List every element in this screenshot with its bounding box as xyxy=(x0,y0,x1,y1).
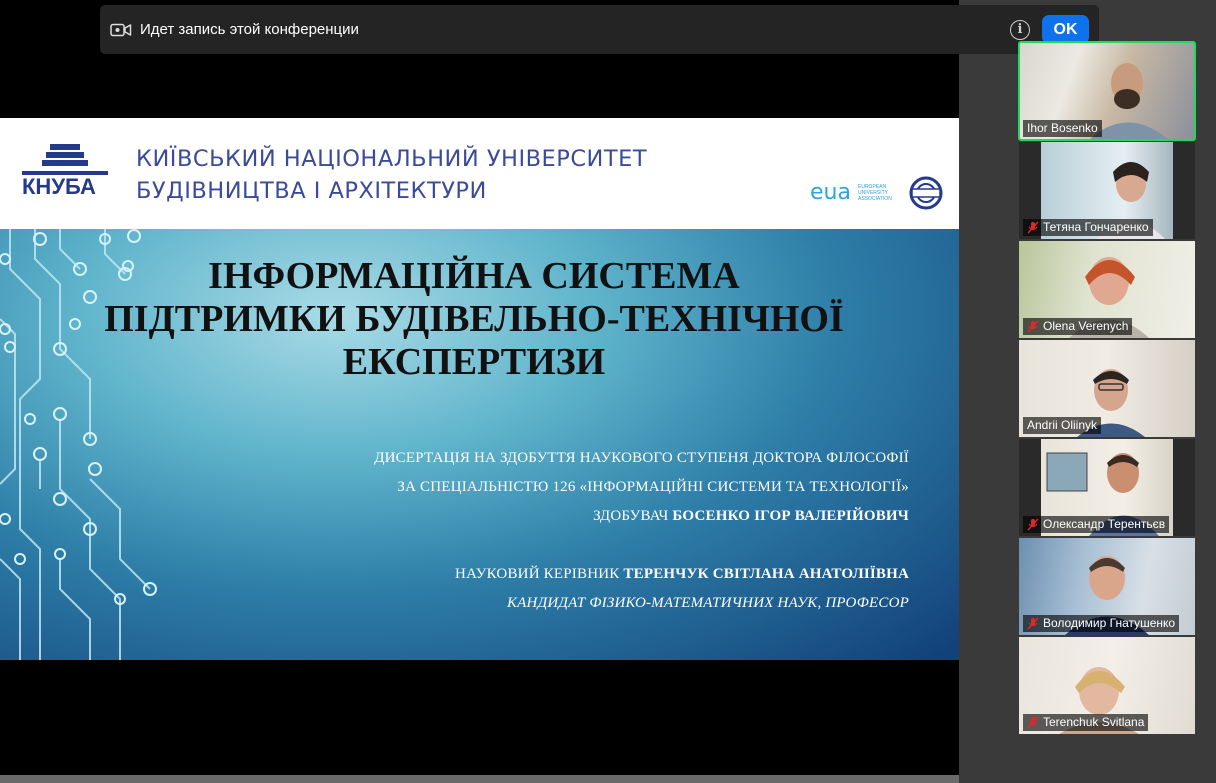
eua-logo: eua xyxy=(810,180,851,205)
slide-title-line-3: ЕКСПЕРТИЗИ xyxy=(342,341,606,383)
participant-name-text: Володимир Гнатушенко xyxy=(1043,616,1176,630)
recording-camera-icon xyxy=(110,23,132,36)
participant-tile[interactable]: Olena Verenych xyxy=(1019,241,1195,338)
university-name-line-2: БУДІВНИЦТВА І АРХІТЕКТУРИ xyxy=(136,178,487,204)
ok-button[interactable]: OK xyxy=(1042,15,1089,44)
participant-tile[interactable]: Володимир Гнатушенко xyxy=(1019,538,1195,635)
info-icon[interactable]: i xyxy=(1010,19,1030,40)
participant-tile[interactable]: Terenchuk Svitlana xyxy=(1019,637,1195,734)
participant-name: Terenchuk Svitlana xyxy=(1023,714,1149,731)
university-name: КИЇВСЬКИЙ НАЦІОНАЛЬНИЙ УНІВЕРСИТЕТ БУДІВ… xyxy=(136,143,647,207)
participant-tile[interactable]: Тетяна Гончаренко xyxy=(1019,142,1195,239)
supervisor-line: НАУКОВИЙ КЕРІВНИК ТЕРЕНЧУК СВІТЛАНА АНАТ… xyxy=(209,566,909,583)
participant-tile[interactable]: Олександр Терентьєв xyxy=(1019,439,1195,536)
participant-name: Олександр Терентьєв xyxy=(1023,516,1170,533)
eua-subtitle-line-3: ASSOCIATION xyxy=(858,196,892,202)
slide-header: КНУБА КИЇВСЬКИЙ НАЦІОНАЛЬНИЙ УНІВЕРСИТЕТ… xyxy=(0,118,959,229)
accreditation-seal-icon xyxy=(909,176,943,210)
applicant-line: ЗДОБУВАЧ БОСЕНКО ІГОР ВАЛЕРІЙОВИЧ xyxy=(209,508,909,525)
applicant-name: БОСЕНКО ІГОР ВАЛЕРІЙОВИЧ xyxy=(672,508,909,524)
participant-name-text: Terenchuk Svitlana xyxy=(1043,715,1145,729)
slide-title-line-2: ПІДТРИМКИ БУДІВЕЛЬНО-ТЕХНІЧНОЇ xyxy=(104,298,844,340)
participant-name: Володимир Гнатушенко xyxy=(1023,615,1180,632)
supervisor-name: ТЕРЕНЧУК СВІТЛАНА АНАТОЛІЇВНА xyxy=(623,566,909,582)
eua-subtitle: EUROPEAN UNIVERSITY ASSOCIATION xyxy=(858,184,898,202)
participant-name: Olena Verenych xyxy=(1023,318,1133,335)
participant-tile[interactable]: Andrii Oliinyk xyxy=(1019,340,1195,437)
slide-title-line-1: ІНФОРМАЦІЙНА СИСТЕМА xyxy=(208,255,740,297)
active-speaker-border xyxy=(1018,41,1196,141)
recording-message: Идет запись этой конференции xyxy=(140,21,359,38)
participant-name: Тетяна Гончаренко xyxy=(1023,219,1153,236)
participant-name-text: Olena Verenych xyxy=(1043,319,1129,333)
participant-name-text: Andrii Oliinyk xyxy=(1027,418,1098,432)
muted-mic-icon xyxy=(1027,518,1039,531)
specialty-line: ЗА СПЕЦІАЛЬНІСТЮ 126 «ІНФОРМАЦІЙНІ СИСТЕ… xyxy=(397,479,909,495)
logo-text: КНУБА xyxy=(22,174,96,199)
muted-mic-icon xyxy=(1027,617,1039,630)
muted-mic-icon xyxy=(1027,221,1039,234)
participant-name-text: Тетяна Гончаренко xyxy=(1043,220,1149,234)
supervisor-degree-line: КАНДИДАТ ФІЗИКО-МАТЕМАТИЧНИХ НАУК, ПРОФЕ… xyxy=(507,595,909,611)
university-name-line-1: КИЇВСЬКИЙ НАЦІОНАЛЬНИЙ УНІВЕРСИТЕТ xyxy=(136,146,648,172)
presentation-slide: КНУБА КИЇВСЬКИЙ НАЦІОНАЛЬНИЙ УНІВЕРСИТЕТ… xyxy=(0,118,959,660)
muted-mic-icon xyxy=(1027,320,1039,333)
dissertation-line: ДИСЕРТАЦІЯ НА ЗДОБУТТЯ НАУКОВОГО СТУПЕНЯ… xyxy=(374,450,909,466)
supervisor-label: НАУКОВИЙ КЕРІВНИК xyxy=(455,566,624,582)
applicant-label: ЗДОБУВАЧ xyxy=(593,508,673,524)
recording-banner: Идет запись этой конференции i OK xyxy=(100,5,1099,54)
muted-mic-icon xyxy=(1027,716,1039,729)
participant-name-text: Олександр Терентьєв xyxy=(1043,517,1166,531)
participant-name: Andrii Oliinyk xyxy=(1023,417,1102,434)
slide-title: ІНФОРМАЦІЙНА СИСТЕМА ПІДТРИМКИ БУДІВЕЛЬН… xyxy=(40,255,908,384)
slide-body: ІНФОРМАЦІЙНА СИСТЕМА ПІДТРИМКИ БУДІВЕЛЬН… xyxy=(0,229,959,660)
bottom-strip xyxy=(0,775,959,783)
